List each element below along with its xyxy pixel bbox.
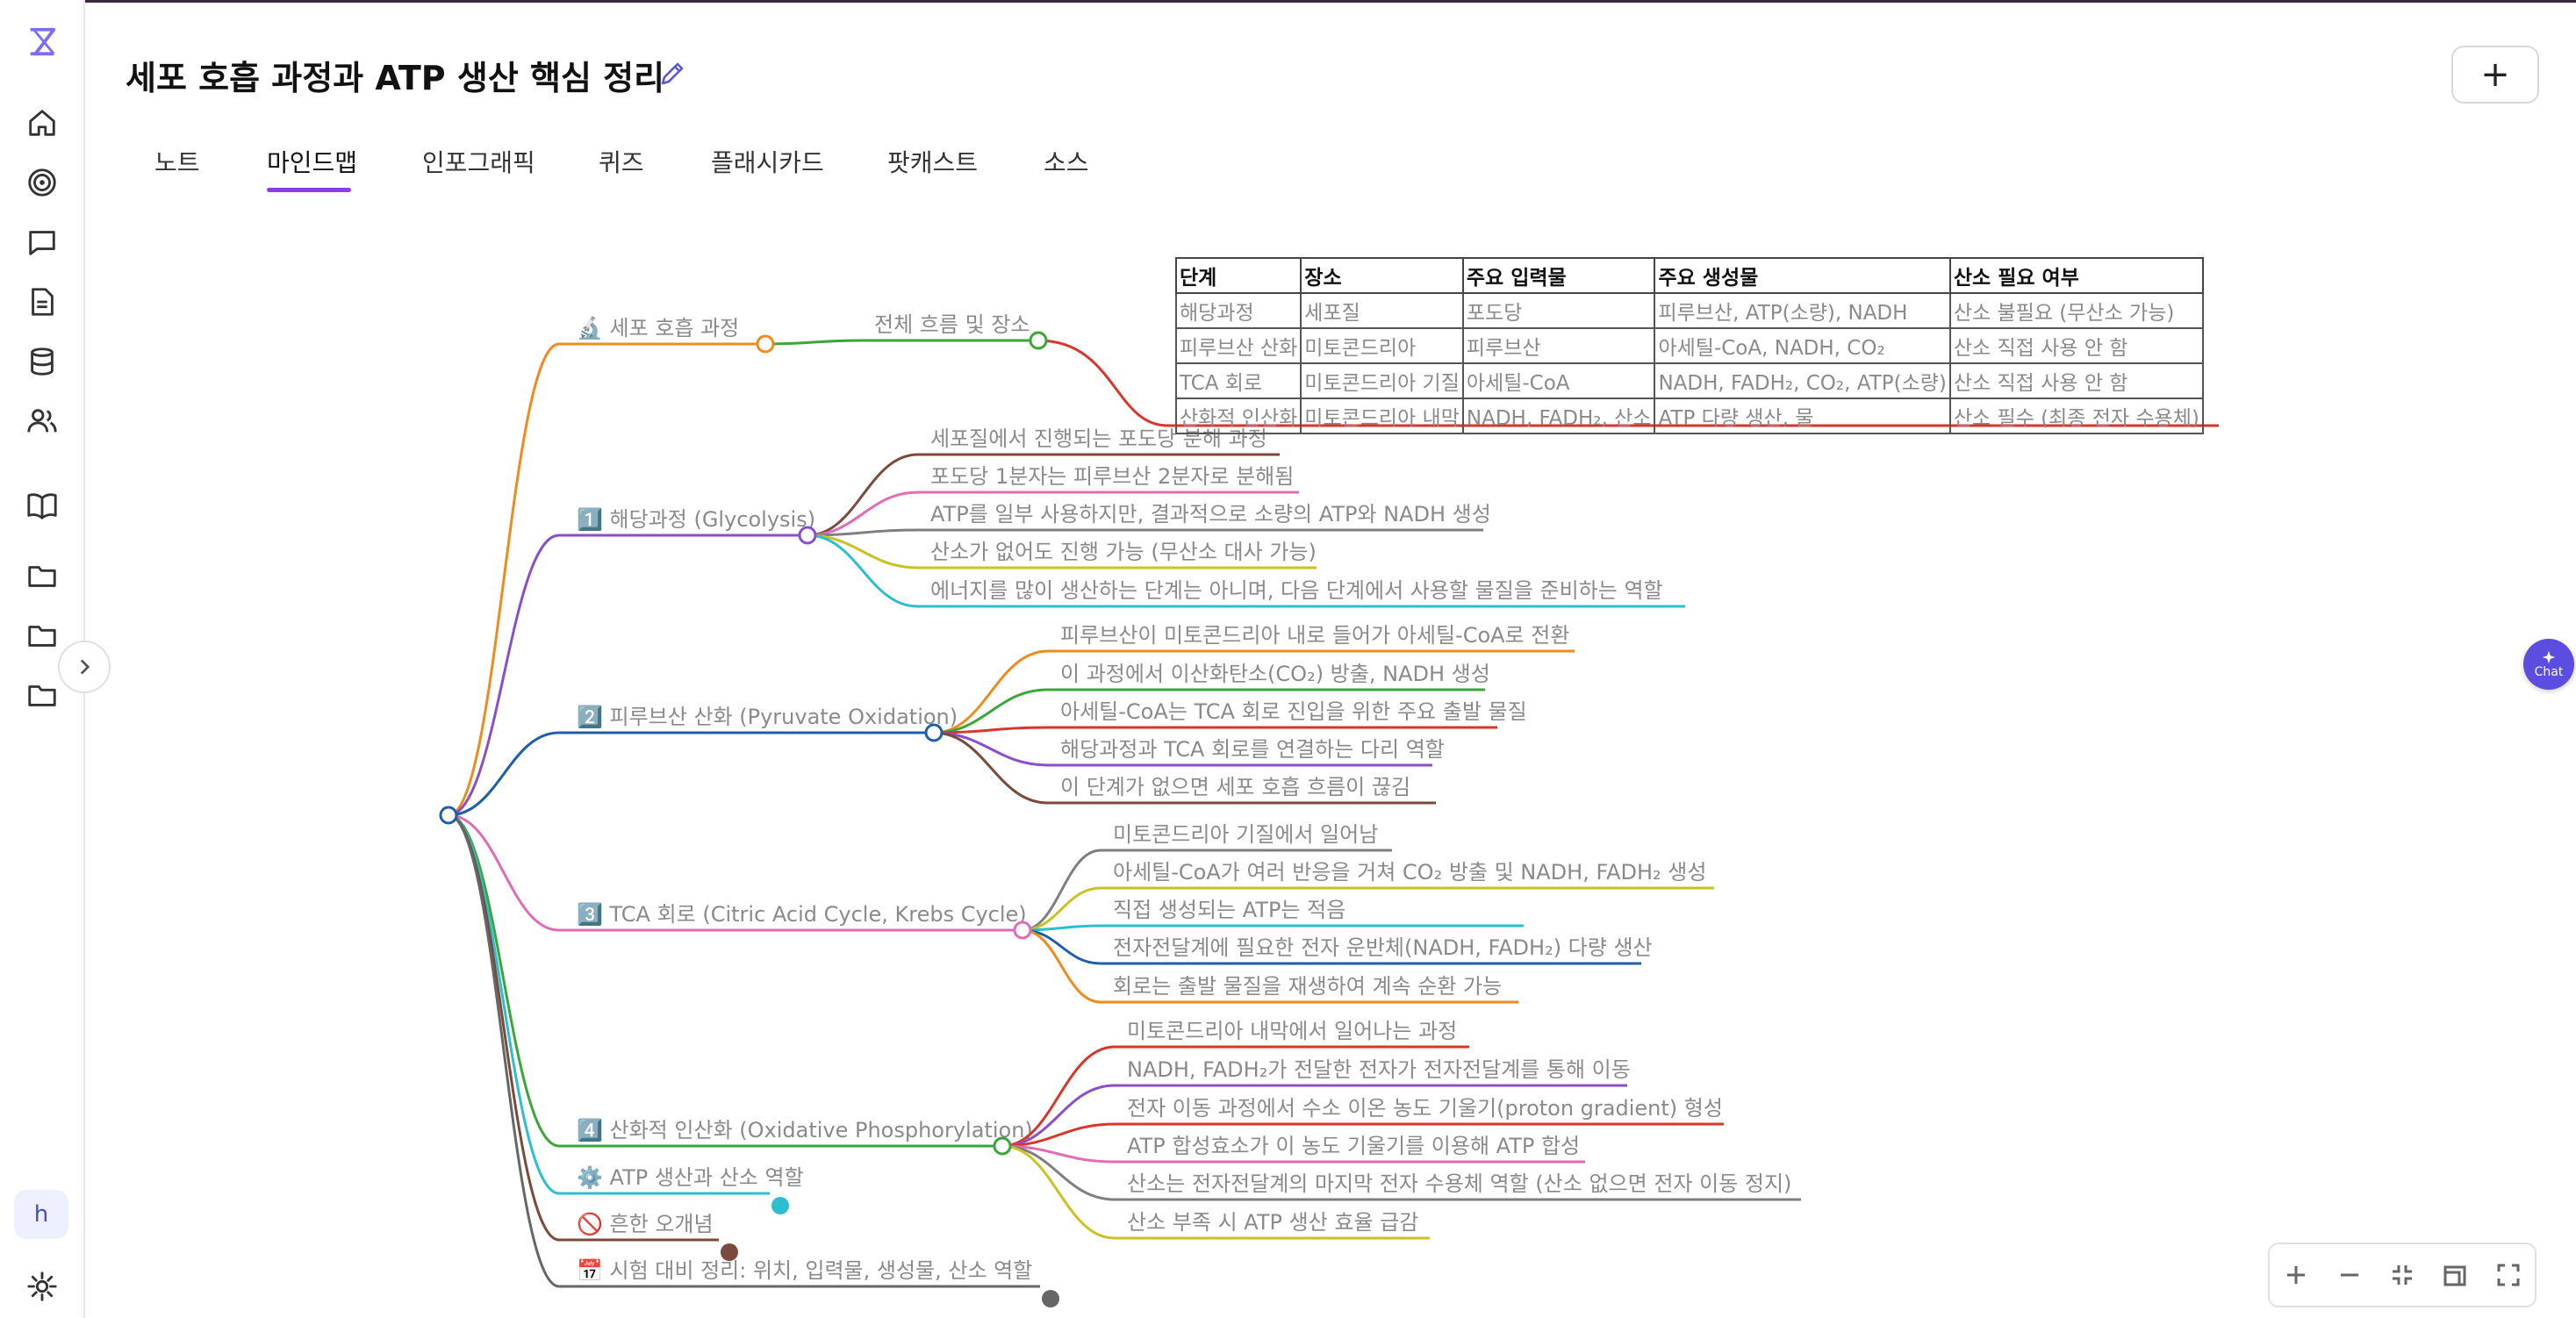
table-row: 산화적 인산화 미토콘드리아 내막 NADH, FADH₂, 산소 ATP 다량… bbox=[1174, 398, 2204, 434]
mindmap-leaf-label[interactable]: ATP를 일부 사용하지만, 결과적으로 소량의 ATP와 NADH 생성 bbox=[930, 502, 1491, 526]
mindmap-leaf-label[interactable]: 산소 부족 시 ATP 생산 효율 급감 bbox=[1127, 1210, 1418, 1235]
mindmap-collapsed-dot[interactable] bbox=[771, 1197, 789, 1214]
mindmap-leaf-label[interactable]: ATP 합성효소가 이 농도 기울기를 이용해 ATP 합성 bbox=[1127, 1134, 1580, 1158]
mindmap-leaf-label[interactable]: 직접 생성되는 ATP는 적음 bbox=[1113, 898, 1345, 922]
mindmap-edge bbox=[933, 731, 1049, 767]
mindmap-leaf-label[interactable]: 피루브산이 미토콘드리아 내로 들어가 아세틸-CoA로 전환 bbox=[1060, 623, 1569, 648]
mindmap-branch-label[interactable]: 1️⃣ 해당과정 (Glycolysis) bbox=[577, 507, 815, 532]
mindmap-leaf-label[interactable]: NADH, FADH₂가 전달한 전자가 전자전달계를 통해 이동 bbox=[1127, 1057, 1631, 1082]
table-cell: 산화적 인산화 bbox=[1174, 398, 1302, 434]
mindmap-leaf-label[interactable]: 전자 이동 과정에서 수소 이온 농도 기울기(proton gradient)… bbox=[1127, 1096, 1723, 1121]
mindmap-leaf-label[interactable]: 회로는 출발 물질을 재생하여 계속 순환 가능 bbox=[1113, 974, 1502, 999]
table-header-row: 단계 장소 주요 입력물 주요 생성물 산소 필요 여부 bbox=[1174, 257, 2204, 294]
mindmap-branch-label[interactable]: 3️⃣ TCA 회로 (Citric Acid Cycle, Krebs Cyc… bbox=[577, 902, 1027, 927]
mindmap-leaf-label[interactable]: 이 단계가 없으면 세포 호흡 흐름이 끊김 bbox=[1060, 775, 1410, 799]
table-header: 주요 생성물 bbox=[1654, 257, 1951, 294]
table-cell: 아세틸-CoA, NADH, CO₂ bbox=[1654, 327, 1951, 364]
mindmap-edge bbox=[807, 534, 919, 569]
mindmap-node-toggle[interactable] bbox=[924, 723, 944, 742]
mindmap-branch-label[interactable]: 2️⃣ 피루브산 산화 (Pyruvate Oxidation) bbox=[577, 705, 958, 729]
mindmap-branch-label[interactable]: 🚫 흔한 오개념 bbox=[577, 1212, 714, 1236]
table-row: 피루브산 산화 미토콘드리아 피루브산 아세틸-CoA, NADH, CO₂ 산… bbox=[1174, 327, 2204, 364]
mindmap-leaf-label[interactable]: 아세틸-CoA는 TCA 회로 진입을 위한 주요 출발 물질 bbox=[1060, 699, 1527, 724]
mindmap-edge bbox=[448, 813, 560, 1148]
mindmap-edge bbox=[807, 534, 919, 608]
table-cell: 산소 직접 사용 안 함 bbox=[1948, 327, 2204, 364]
mindmap-node-toggle[interactable] bbox=[798, 526, 817, 545]
table-cell: 세포질 bbox=[1300, 292, 1464, 329]
mindmap-branch-label[interactable]: 4️⃣ 산화적 인산화 (Oxidative Phosphorylation) bbox=[577, 1118, 1033, 1143]
table-cell: ATP 다량 생산, 물 bbox=[1654, 398, 1951, 434]
mindmap-edge bbox=[1022, 886, 1101, 932]
mindmap-edge bbox=[933, 731, 1049, 805]
mindmap-edge bbox=[807, 491, 919, 537]
table-cell: 아세틸-CoA bbox=[1461, 362, 1656, 399]
mindmap-branch-label[interactable]: ⚙️ ATP 생산과 산소 역할 bbox=[577, 1165, 804, 1190]
mindmap-node-toggle[interactable] bbox=[993, 1136, 1012, 1156]
collapse-icon[interactable] bbox=[2383, 1256, 2422, 1294]
mindmap-branch-label[interactable]: 📅 시험 대비 정리: 위치, 입력물, 생성물, 산소 역할 bbox=[577, 1258, 1032, 1283]
mindmap-leaf-label[interactable]: 해당과정과 TCA 회로를 연결하는 다리 역할 bbox=[1060, 737, 1445, 762]
table-header: 주요 입력물 bbox=[1461, 257, 1656, 294]
mindmap-leaf-label[interactable]: 전자전달계에 필요한 전자 운반체(NADH, FADH₂) 다량 생산 bbox=[1113, 935, 1653, 960]
summary-table: 단계 장소 주요 입력물 주요 생성물 산소 필요 여부 해당과정 세포질 포도… bbox=[1174, 257, 2204, 434]
table-header: 산소 필요 여부 bbox=[1948, 257, 2204, 294]
mindmap-leaf-label[interactable]: 미토콘드리아 내막에서 일어나는 과정 bbox=[1127, 1019, 1457, 1043]
mindmap-leaf-label[interactable]: 이 과정에서 이산화탄소(CO₂) 방출, NADH 생성 bbox=[1060, 662, 1490, 686]
table-cell: 산소 직접 사용 안 함 bbox=[1948, 362, 2204, 399]
table-cell: 해당과정 bbox=[1174, 292, 1302, 329]
mindmap-leaf-label[interactable]: 미토콘드리아 기질에서 일어남 bbox=[1113, 822, 1378, 847]
mindmap-node-toggle[interactable] bbox=[1029, 331, 1048, 350]
mindmap-edge bbox=[448, 342, 560, 817]
table-cell: TCA 회로 bbox=[1174, 362, 1302, 399]
table-cell: 미토콘드리아 bbox=[1300, 327, 1464, 364]
table-cell: 포도당 bbox=[1461, 292, 1656, 329]
mindmap-canvas[interactable]: 🔬 세포 호흡 과정 전체 흐름 및 장소 1️⃣ 해당과정 (Glycolysis… bbox=[0, 0, 2576, 1318]
table-header: 단계 bbox=[1174, 257, 1302, 294]
table-cell: NADH, FADH₂, 산소 bbox=[1461, 398, 1656, 434]
mindmap-edge bbox=[1022, 928, 1101, 965]
mindmap-leaf-label[interactable]: 아세틸-CoA가 여러 반응을 거쳐 CO₂ 방출 및 NADH, FADH₂ … bbox=[1113, 860, 1706, 885]
table-cell: 피루브산 bbox=[1461, 327, 1656, 364]
mindmap-leaf-label[interactable]: 산소는 전자전달계의 마지막 전자 수용체 역할 (산소 없으면 전자 이동 정… bbox=[1127, 1171, 1791, 1196]
table-cell: 미토콘드리아 내막 bbox=[1300, 398, 1464, 434]
table-cell: 피루브산 산화 bbox=[1174, 327, 1302, 364]
chat-widget-label: Chat bbox=[2534, 665, 2564, 679]
mindmap-leaf-label[interactable]: 산소가 없어도 진행 가능 (무산소 대사 가능) bbox=[930, 540, 1317, 564]
table-cell: 산소 필수 (최종 전자 수용체) bbox=[1948, 398, 2204, 434]
mindmap-node-toggle[interactable] bbox=[756, 334, 775, 354]
table-cell: 산소 불필요 (무산소 가능) bbox=[1948, 292, 2204, 329]
table-header: 장소 bbox=[1300, 257, 1464, 294]
table-cell: 피루브산, ATP(소량), NADH bbox=[1654, 292, 1951, 329]
mindmap-leaf-label[interactable]: 포도당 1분자는 피루브산 2분자로 분해됨 bbox=[930, 464, 1294, 489]
fullscreen-icon[interactable] bbox=[2489, 1256, 2528, 1294]
mindmap-node-toggle[interactable] bbox=[1013, 920, 1032, 940]
mindmap-branch-label[interactable]: 🔬 세포 호흡 과정 bbox=[577, 315, 739, 340]
mindmap-leaf-label[interactable]: 전체 흐름 및 장소 bbox=[874, 312, 1030, 337]
mindmap-collapsed-dot[interactable] bbox=[1042, 1290, 1059, 1307]
table-cell: 미토콘드리아 기질 bbox=[1300, 362, 1464, 399]
mindmap-root-node[interactable] bbox=[439, 806, 458, 825]
sparkle-icon bbox=[2542, 650, 2556, 664]
table-row: TCA 회로 미토콘드리아 기질 아세틸-CoA NADH, FADH₂, CO… bbox=[1174, 362, 2204, 399]
table-cell: NADH, FADH₂, CO₂, ATP(소량) bbox=[1654, 362, 1951, 399]
mindmap-edge bbox=[448, 813, 560, 1288]
zoom-out-icon[interactable] bbox=[2330, 1256, 2369, 1294]
zoom-in-icon[interactable] bbox=[2277, 1256, 2315, 1294]
zoom-controls bbox=[2268, 1243, 2537, 1307]
fit-icon[interactable] bbox=[2436, 1256, 2474, 1294]
mindmap-edge bbox=[764, 339, 863, 346]
mindmap-edge bbox=[1022, 928, 1101, 1004]
chat-widget-button[interactable]: Chat bbox=[2523, 639, 2574, 690]
table-row: 해당과정 세포질 포도당 피루브산, ATP(소량), NADH 산소 불필요 … bbox=[1174, 292, 2204, 329]
mindmap-leaf-label[interactable]: 에너지를 많이 생산하는 단계는 아니며, 다음 단계에서 사용할 물질을 준비… bbox=[930, 578, 1663, 603]
